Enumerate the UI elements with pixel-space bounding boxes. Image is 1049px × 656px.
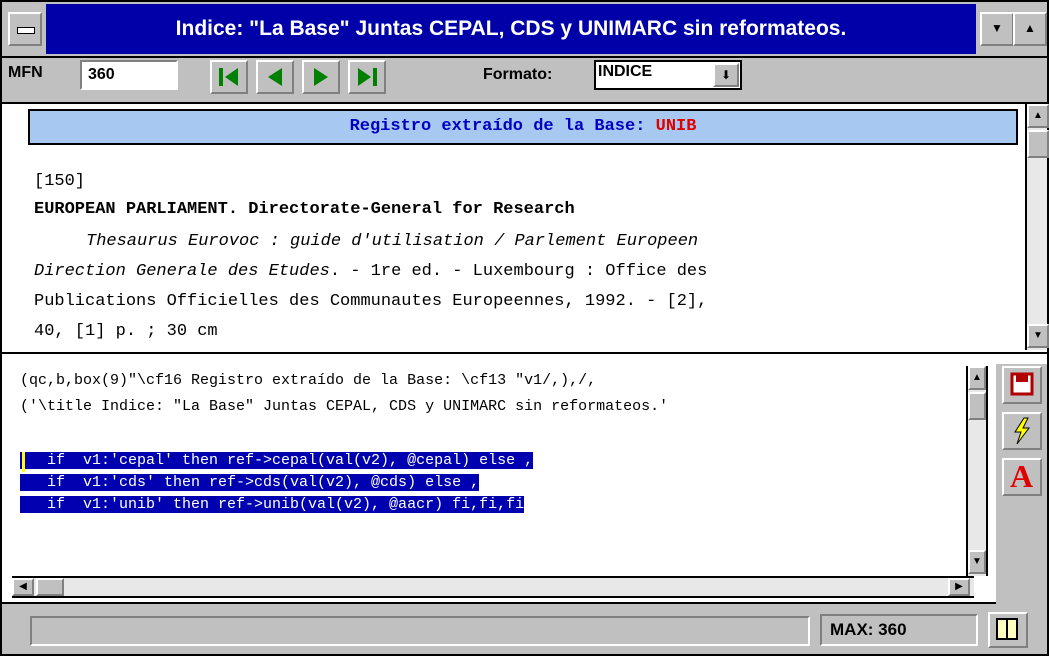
record-header-label: Registro extraído de la Base:: [349, 117, 656, 136]
last-record-icon: [358, 68, 377, 86]
editor-horizontal-scrollbar[interactable]: ◀ ▶: [12, 576, 974, 598]
editor-vertical-scrollbar[interactable]: ▲ ▼: [966, 366, 988, 576]
minimize-button[interactable]: ▼: [980, 12, 1014, 46]
record-title: Thesaurus Eurovoc : guide d'utilisation …: [86, 232, 699, 251]
text-cursor: [22, 452, 25, 472]
max-records-label: MAX: 360: [820, 614, 978, 646]
selected-code-line[interactable]: if v1:'cds' then ref->cds(val(v2), @cds)…: [20, 474, 480, 491]
formato-select[interactable]: INDICE ⬇: [594, 60, 742, 90]
mfn-label: MFN: [8, 64, 43, 81]
scroll-down-icon[interactable]: ▼: [1027, 324, 1049, 348]
previous-record-button[interactable]: [256, 60, 294, 94]
first-record-button[interactable]: [210, 60, 248, 94]
first-record-icon: [219, 68, 238, 86]
next-icon: [314, 68, 328, 86]
dropdown-arrow-icon[interactable]: ⬇: [713, 63, 739, 87]
record-line-4: 40, [1] p. ; 30 cm: [34, 322, 218, 341]
system-menu-button[interactable]: [8, 12, 42, 46]
record-line-3: Publications Officielles des Communautes…: [34, 292, 708, 311]
status-message: [30, 616, 810, 646]
scroll-up-icon[interactable]: ▲: [968, 366, 986, 390]
mfn-input[interactable]: 360: [80, 60, 178, 90]
selected-code-block[interactable]: if v1:'cepal' then ref->cepal(val(v2), @…: [20, 450, 534, 516]
book-button[interactable]: [988, 612, 1028, 648]
next-record-button[interactable]: [302, 60, 340, 94]
scroll-left-icon[interactable]: ◀: [12, 578, 34, 596]
save-icon: [1010, 372, 1034, 396]
record-line-2-italic: Direction Generale des Etudes: [34, 262, 330, 281]
record-number: [150]: [34, 172, 86, 191]
scroll-up-icon[interactable]: ▲: [1027, 104, 1049, 128]
scroll-thumb[interactable]: [968, 392, 986, 420]
record-vertical-scrollbar[interactable]: ▲ ▼: [1025, 104, 1049, 350]
scroll-down-icon[interactable]: ▼: [968, 550, 986, 574]
format-code-line-2[interactable]: ('\title Indice: "La Base" Juntas CEPAL,…: [20, 398, 668, 415]
scroll-thumb[interactable]: [36, 578, 64, 596]
lightning-icon: [1014, 417, 1030, 445]
window-title: Indice: "La Base" Juntas CEPAL, CDS y UN…: [46, 4, 976, 54]
record-base-name: UNIB: [655, 117, 697, 136]
scroll-thumb[interactable]: [1027, 130, 1049, 158]
save-button[interactable]: [1002, 366, 1042, 404]
system-menu-icon: [17, 27, 35, 34]
font-button[interactable]: A: [1002, 458, 1042, 496]
scroll-right-icon[interactable]: ▶: [948, 578, 970, 596]
font-icon: A: [1010, 458, 1034, 494]
record-line-2: Direction Generale des Etudes. - 1re ed.…: [34, 262, 707, 281]
book-icon: [996, 618, 1018, 640]
previous-icon: [268, 68, 282, 86]
record-author: EUROPEAN PARLIAMENT. Directorate-General…: [34, 200, 575, 219]
record-header: Registro extraído de la Base: UNIB: [28, 109, 1018, 145]
formato-value: INDICE: [598, 63, 653, 80]
record-line-2-rest: . - 1re ed. - Luxembourg : Office des: [329, 262, 708, 281]
maximize-button[interactable]: ▲: [1013, 12, 1047, 46]
format-code-line-1[interactable]: (qc,b,box(9)"\cf16 Registro extraído de …: [20, 372, 596, 389]
formato-label: Formato:: [483, 66, 553, 83]
last-record-button[interactable]: [348, 60, 386, 94]
run-button[interactable]: [1002, 412, 1042, 450]
selected-code-line[interactable]: if v1:'cepal' then ref->cepal(val(v2), @…: [20, 452, 534, 469]
selected-code-line[interactable]: if v1:'unib' then ref->unib(val(v2), @aa…: [20, 496, 525, 513]
